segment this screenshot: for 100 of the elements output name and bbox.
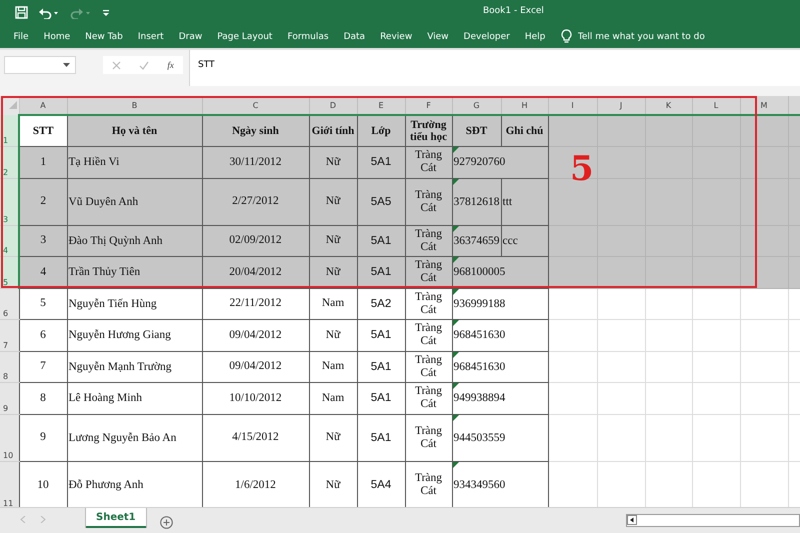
table-cell: 5A1 [357, 414, 405, 461]
table-cell: Nguyễn Hương Giang [67, 319, 202, 351]
table-cell: Tràng Cát [405, 225, 452, 256]
table-cell: 30/11/2012 [202, 146, 309, 178]
row-header[interactable]: 9 [0, 382, 19, 414]
table-cell: Tràng Cát [405, 319, 452, 351]
table-cell: Nữ [309, 225, 357, 256]
next-sheet-icon[interactable] [40, 516, 46, 523]
select-all-icon[interactable] [8, 101, 16, 109]
ribbon-tab[interactable]: File [6, 32, 36, 42]
table-cell: 5 [19, 288, 67, 319]
table-cell: Ngày sinh [202, 115, 309, 146]
table-cell: 9 [19, 414, 67, 461]
table-cell: 5A1 [357, 225, 405, 256]
insert-function-button[interactable]: fx [167, 60, 174, 70]
row-header[interactable]: 7 [0, 319, 19, 351]
scroll-left-icon[interactable] [627, 515, 637, 525]
row-header[interactable]: 6 [0, 288, 19, 319]
table-cell: 968451630 [452, 351, 548, 382]
table-cell: 4/15/2012 [202, 414, 309, 461]
undo-icon[interactable] [38, 6, 60, 18]
table-cell: Lê Hoàng Minh [67, 382, 202, 414]
formula-field[interactable]: STT [189, 50, 800, 86]
table-cell: Nữ [309, 146, 357, 178]
table-cell: 949938894 [452, 382, 548, 414]
redo-icon [70, 6, 92, 18]
table-cell: 5A1 [357, 351, 405, 382]
table-cell: 968100005 [452, 256, 548, 288]
table-cell: 5A5 [357, 178, 405, 225]
ribbon-tab[interactable]: Home [36, 32, 78, 42]
table-cell: 1 [19, 146, 67, 178]
table-cell: Đào Thị Quỳnh Anh [67, 225, 202, 256]
ribbon-tab[interactable]: Insert [130, 32, 172, 42]
table-cell: 927920760 [452, 146, 548, 178]
table-cell: 36374659 [452, 225, 501, 256]
table-cell: 20/04/2012 [202, 256, 309, 288]
table-cell: 09/04/2012 [202, 319, 309, 351]
row-header[interactable]: 11 [0, 461, 19, 507]
enter-icon[interactable] [139, 60, 150, 70]
table-cell: Nam [309, 382, 357, 414]
ribbon-tab[interactable]: New Tab [78, 32, 130, 42]
ribbon-tab[interactable]: Help [517, 32, 553, 42]
ribbon-tab[interactable]: Formulas [280, 32, 336, 42]
row-header[interactable]: 8 [0, 351, 19, 382]
cancel-icon[interactable] [112, 60, 122, 70]
ribbon-tab[interactable]: Page Layout [210, 32, 280, 42]
table-cell: Trần Thủy Tiên [67, 256, 202, 288]
table-cell: Tràng Cát [405, 178, 452, 225]
table-cell: 8 [19, 382, 67, 414]
lightbulb-icon [560, 29, 572, 44]
dropdown-icon[interactable] [63, 63, 70, 67]
table-cell: Nữ [309, 178, 357, 225]
table-cell: STT [19, 115, 67, 146]
window-title: Book1 - Excel [483, 6, 544, 16]
table-cell: 7 [19, 351, 67, 382]
table-cell: SĐT [452, 115, 501, 146]
table-cell: 936999188 [452, 288, 548, 319]
table-cell: 944503559 [452, 414, 548, 461]
previous-sheet-icon[interactable] [20, 516, 26, 523]
table-cell: ccc [501, 225, 548, 256]
table-cell: 3 [19, 225, 67, 256]
ribbon-tab[interactable]: Developer [456, 32, 518, 42]
table-cell: Ghi chú [501, 115, 548, 146]
save-icon[interactable] [15, 6, 28, 19]
horizontal-scrollbar[interactable] [626, 514, 800, 527]
table-cell: 02/09/2012 [202, 225, 309, 256]
table-cell: 6 [19, 319, 67, 351]
ribbon-tab[interactable]: Data [336, 32, 373, 42]
ribbon-tab[interactable]: Draw [171, 32, 210, 42]
table-cell: Giới tính [309, 115, 357, 146]
table-cell: Tạ Hiền Vi [67, 146, 202, 178]
table-cell: Lớp [357, 115, 405, 146]
table-cell: 37812618 [452, 178, 501, 225]
tell-me-field[interactable]: Tell me what you want to do [578, 32, 728, 42]
ribbon-tab[interactable]: View [420, 32, 456, 42]
table-cell: Tràng Cát [405, 146, 452, 178]
row-header[interactable]: 10 [0, 414, 19, 461]
table-cell: Họ và tên [67, 115, 202, 146]
table-cell: Nữ [309, 319, 357, 351]
table-cell: 5A1 [357, 146, 405, 178]
ribbon-tab[interactable]: Review [372, 32, 420, 42]
table-cell: 10/10/2012 [202, 382, 309, 414]
table-cell: 5A2 [357, 288, 405, 319]
sheet-tab[interactable]: Sheet1 [86, 508, 146, 528]
table-cell: 5A1 [357, 382, 405, 414]
table-cell: 2 [19, 178, 67, 225]
table-cell: Lương Nguyễn Bảo An [67, 414, 202, 461]
customize-icon[interactable] [102, 8, 110, 16]
table-cell: Vũ Duyên Anh [67, 178, 202, 225]
table-cell: 2/27/2012 [202, 178, 309, 225]
add-sheet-icon[interactable] [160, 516, 173, 529]
table-cell: Nữ [309, 414, 357, 461]
table-cell: 22/11/2012 [202, 288, 309, 319]
table-cell: Nam [309, 288, 357, 319]
table-cell: Tràng Cát [405, 382, 452, 414]
table-cell: Tràng Cát [405, 351, 452, 382]
table-cell: Nam [309, 351, 357, 382]
column-header[interactable]: M [740, 96, 788, 115]
table-cell: 968451630 [452, 319, 548, 351]
table-cell: 5A1 [357, 319, 405, 351]
